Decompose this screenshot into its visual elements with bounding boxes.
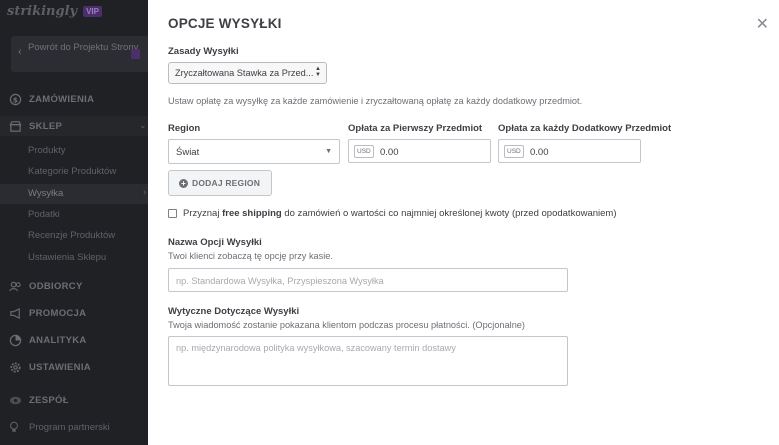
- option-name-label: Nazwa Opcji Wysyłki: [168, 237, 262, 248]
- option-name-help: Twoi klienci zobaczą tę opcję przy kasie…: [168, 251, 333, 261]
- nav-item-orders[interactable]: $ ZAMÓWIENIA: [8, 92, 94, 106]
- first-item-fee-input[interactable]: USD 0.00: [348, 139, 491, 163]
- partner-program-label: Program partnerski: [29, 421, 110, 433]
- additional-item-fee-value: 0.00: [530, 147, 549, 158]
- sidebar: strikingly VIP ‹ Powrót do Projektu Stro…: [0, 0, 148, 445]
- shipping-rules-help: Ustaw opłatę za wysyłkę za każde zamówie…: [168, 96, 583, 106]
- megaphone-icon: [8, 306, 22, 320]
- brand[interactable]: strikingly VIP: [7, 4, 102, 19]
- additional-item-fee-label: Opłata za każdy Dodatkowy Przedmiot: [498, 123, 672, 134]
- option-name-placeholder: np. Standardowa Wysyłka, Przyspieszona W…: [176, 276, 384, 286]
- subnav-products[interactable]: Produkty: [28, 145, 66, 156]
- nav-item-label: ODBIORCY: [29, 280, 83, 292]
- guidelines-label: Wytyczne Dotyczące Wysyłki: [168, 306, 300, 317]
- region-value: Świat: [176, 147, 200, 158]
- free-shipping-bold: free shipping: [222, 208, 282, 219]
- shipping-rules-select[interactable]: Zryczałtowana Stawka za Przed... ▲ ▼: [168, 62, 327, 84]
- vip-badge: VIP: [83, 6, 102, 17]
- add-region-label: DODAJ REGION: [192, 178, 261, 188]
- nav-item-promotion[interactable]: PROMOCJA: [8, 306, 86, 320]
- close-icon[interactable]: ✕: [756, 14, 769, 34]
- nav-item-analytics[interactable]: ANALITYKA: [8, 333, 87, 347]
- svg-text:$: $: [12, 95, 17, 104]
- shipping-rules-label: Zasady Wysyłki: [168, 46, 239, 57]
- nav-item-label: SKLEP: [29, 120, 63, 132]
- edit-site-icon: [131, 49, 140, 59]
- nav-item-label: USTAWIENIA: [29, 361, 91, 373]
- free-shipping-row: Przyznaj free shipping do zamówień o war…: [168, 208, 617, 219]
- subnav-categories[interactable]: Kategorie Produktów: [28, 166, 116, 177]
- nav-item-audience[interactable]: ODBIORCY: [8, 279, 83, 293]
- additional-item-fee-input[interactable]: USD 0.00: [498, 139, 641, 163]
- guidelines-textarea[interactable]: np. międzynarodowa polityka wysyłkowa, s…: [168, 336, 568, 386]
- store-icon: [8, 119, 22, 133]
- lightbulb-icon: [8, 421, 22, 433]
- region-select[interactable]: Świat ▼: [168, 139, 340, 164]
- region-label: Region: [168, 123, 201, 134]
- modal-title: OPCJE WYSYŁKI: [168, 16, 282, 31]
- nav-item-label: PROMOCJA: [29, 307, 87, 319]
- first-item-fee-label: Opłata za Pierwszy Przedmiot: [348, 123, 483, 134]
- subnav-active-bg: [0, 184, 148, 204]
- currency-badge: USD: [504, 145, 524, 158]
- partner-program-link[interactable]: Program partnerski: [8, 421, 110, 433]
- back-to-site-label: Powrót do Projektu Strony: [28, 42, 139, 53]
- subnav-shop-settings[interactable]: Ustawienia Sklepu: [28, 252, 106, 263]
- subnav-shipping[interactable]: Wysyłka: [28, 188, 63, 199]
- free-shipping-checkbox[interactable]: [168, 209, 177, 218]
- back-to-site-button[interactable]: ‹ Powrót do Projektu Strony: [11, 36, 148, 72]
- shipping-options-modal: OPCJE WYSYŁKI ✕ Zasady Wysyłki Zryczałto…: [148, 0, 779, 445]
- nav-item-label: ZESPÓŁ: [29, 394, 69, 406]
- brand-logo: strikingly: [7, 4, 78, 19]
- caret-down-icon: ▼: [325, 148, 332, 155]
- shipping-rules-value: Zryczałtowana Stawka za Przed...: [175, 68, 314, 78]
- nav-item-shop[interactable]: SKLEP: [8, 119, 62, 133]
- chevron-down-icon: ⌄: [139, 120, 147, 130]
- nav-item-label: ANALITYKA: [29, 334, 87, 346]
- add-region-button[interactable]: + DODAJ REGION: [168, 170, 272, 196]
- dollar-icon: $: [8, 92, 22, 106]
- analytics-icon: [8, 333, 22, 347]
- currency-badge: USD: [354, 145, 374, 158]
- option-name-input[interactable]: np. Standardowa Wysyłka, Przyspieszona W…: [168, 268, 568, 292]
- nav-item-team[interactable]: ZESPÓŁ: [8, 393, 69, 407]
- first-item-fee-value: 0.00: [380, 147, 399, 158]
- nav-item-settings[interactable]: USTAWIENIA: [8, 360, 91, 374]
- team-icon: [8, 393, 22, 407]
- free-shipping-suffix: do zamówień o wartości co najmniej okreś…: [281, 208, 617, 219]
- free-shipping-prefix: Przyznaj: [183, 208, 223, 219]
- guidelines-placeholder: np. międzynarodowa polityka wysyłkowa, s…: [176, 343, 456, 353]
- chevron-right-icon: ›: [143, 187, 147, 198]
- nav-item-label: ZAMÓWIENIA: [29, 93, 95, 105]
- subnav-reviews[interactable]: Recenzje Produktów: [28, 230, 115, 241]
- gear-icon: [8, 360, 22, 374]
- plus-circle-icon: +: [179, 178, 188, 188]
- guidelines-help: Twoja wiadomość zostanie pokazana klient…: [168, 320, 525, 330]
- subnav-taxes[interactable]: Podatki: [28, 209, 60, 220]
- users-icon: [8, 279, 22, 293]
- chevron-left-icon: ‹: [18, 46, 22, 58]
- select-arrows-icon: ▲ ▼: [315, 66, 321, 78]
